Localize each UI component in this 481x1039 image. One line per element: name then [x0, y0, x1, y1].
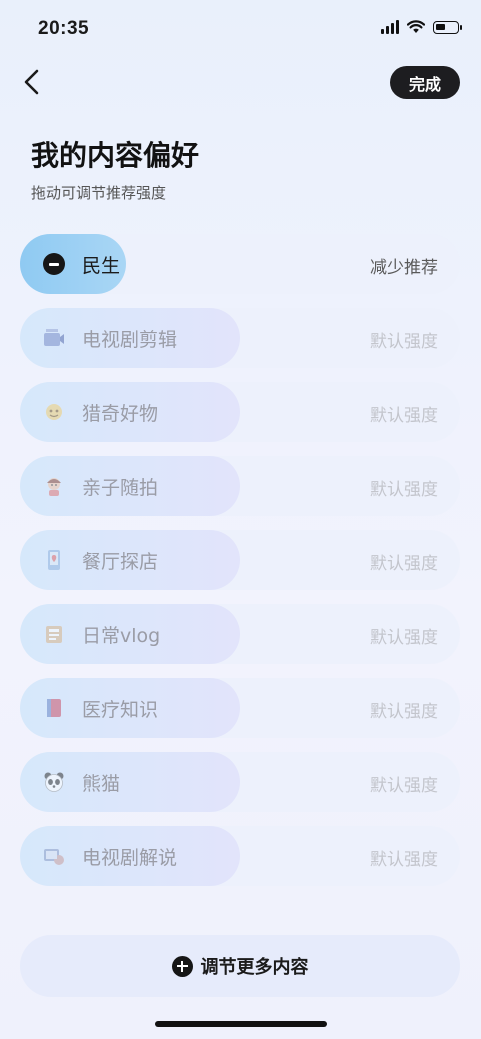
home-indicator[interactable]	[155, 1021, 327, 1027]
curio-icon	[42, 400, 66, 424]
status-bar: 20:35	[0, 0, 481, 60]
preference-row[interactable]: 熊猫 默认强度	[20, 752, 460, 812]
adjust-more-label: 调节更多内容	[200, 957, 309, 978]
tv-commentary-icon	[42, 844, 66, 868]
tv-clip-icon	[42, 326, 66, 350]
status-icons	[381, 20, 462, 34]
preference-strength: 默认强度	[370, 702, 438, 722]
preference-strength: 默认强度	[370, 850, 438, 870]
preference-row[interactable]: 餐厅探店 默认强度	[20, 530, 460, 590]
wifi-icon	[407, 20, 425, 33]
preference-row[interactable]: 电视剧剪辑 默认强度	[20, 308, 460, 368]
page-subtitle: 拖动可调节推荐强度	[31, 184, 167, 202]
preference-label: 熊猫	[82, 773, 121, 795]
preference-row[interactable]: 医疗知识 默认强度	[20, 678, 460, 738]
preference-strength: 默认强度	[370, 554, 438, 574]
preference-row[interactable]: 亲子随拍 默认强度	[20, 456, 460, 516]
preference-strength: 默认强度	[370, 406, 438, 426]
family-icon	[42, 474, 66, 498]
preference-row-minsheng[interactable]: 民生 减少推荐	[20, 234, 460, 294]
preference-strength: 默认强度	[370, 776, 438, 796]
preference-strength: 默认强度	[370, 332, 438, 352]
preference-label: 医疗知识	[82, 699, 159, 721]
preference-strength: 默认强度	[370, 480, 438, 500]
battery-icon	[433, 20, 462, 34]
preference-row[interactable]: 日常vlog 默认强度	[20, 604, 460, 664]
plus-circle-icon	[171, 955, 193, 977]
signal-icon	[381, 20, 399, 34]
preference-row[interactable]: 猎奇好物 默认强度	[20, 382, 460, 442]
back-button[interactable]	[18, 66, 48, 98]
done-button[interactable]: 完成	[390, 66, 460, 99]
status-time: 20:35	[38, 18, 90, 39]
chevron-left-icon	[24, 69, 39, 95]
preference-label: 餐厅探店	[82, 551, 159, 573]
preference-label: 猎奇好物	[82, 403, 159, 425]
preference-strength: 默认强度	[370, 628, 438, 648]
page-title: 我的内容偏好	[31, 139, 200, 172]
preference-row[interactable]: 电视剧解说 默认强度	[20, 826, 460, 886]
adjust-more-button[interactable]: 调节更多内容	[20, 935, 460, 997]
preference-strength: 减少推荐	[370, 258, 438, 278]
vlog-icon	[42, 622, 66, 646]
panda-icon	[42, 770, 66, 794]
medical-icon	[42, 696, 66, 720]
minus-circle-icon	[43, 253, 65, 275]
restaurant-icon	[42, 548, 66, 572]
preference-label: 电视剧剪辑	[82, 329, 178, 351]
preference-label: 日常vlog	[82, 625, 161, 647]
preference-label: 民生	[82, 255, 121, 277]
preference-label: 亲子随拍	[82, 477, 159, 499]
preference-label: 电视剧解说	[82, 847, 178, 869]
